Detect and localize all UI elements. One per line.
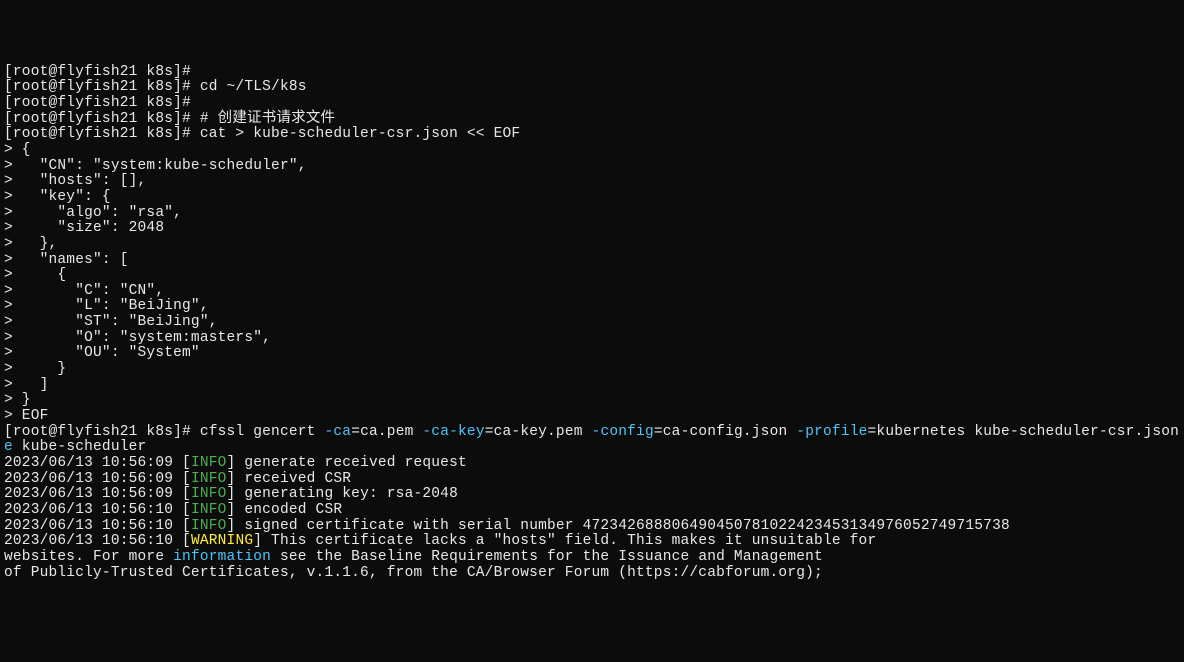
flag-value: =ca-config.json [654, 424, 796, 440]
terminal-line: > } [4, 362, 1180, 378]
command-text: cfssl gencert [200, 424, 325, 440]
log-message: ] generating key: rsa-2048 [227, 486, 458, 502]
log-timestamp: 2023/06/13 10:56:09 [ [4, 486, 191, 502]
flag-bare-wrap: e [4, 439, 13, 455]
log-message: ] encoded CSR [227, 502, 343, 518]
terminal-line: [root@flyfish21 k8s]# cd ~/TLS/k8s [4, 80, 1180, 96]
terminal-line: > "OU": "System" [4, 346, 1180, 362]
log-timestamp: 2023/06/13 10:56:09 [ [4, 471, 191, 487]
log-level-warning: WARNING [191, 533, 253, 549]
flag-config: -config [592, 424, 654, 440]
terminal-command-line-wrap: e kube-scheduler [4, 440, 1180, 456]
log-level-info: INFO [191, 518, 227, 534]
log-level-info: INFO [191, 502, 227, 518]
terminal-line: > } [4, 393, 1180, 409]
terminal-line: > "C": "CN", [4, 284, 1180, 300]
command-text: kube-scheduler [13, 439, 147, 455]
flag-value: =kubernetes kube-scheduler-csr.json | cf… [868, 424, 1184, 440]
log-highlight: information [173, 549, 271, 565]
flag-value: =ca-key.pem [485, 424, 592, 440]
log-message: see the Baseline Requirements for the Is… [271, 549, 823, 565]
terminal-line: > "CN": "system:kube-scheduler", [4, 159, 1180, 175]
log-message: websites. For more [4, 549, 173, 565]
log-message: ] This certificate lacks a "hosts" field… [253, 533, 876, 549]
terminal-output[interactable]: [root@flyfish21 k8s]#[root@flyfish21 k8s… [4, 65, 1180, 582]
flag-ca: -ca [324, 424, 351, 440]
log-line: websites. For more information see the B… [4, 550, 1180, 566]
log-timestamp: 2023/06/13 10:56:09 [ [4, 455, 191, 471]
log-level-info: INFO [191, 455, 227, 471]
prompt: [root@flyfish21 k8s]# [4, 424, 200, 440]
log-message: ] generate received request [227, 455, 467, 471]
log-message: ] received CSR [227, 471, 352, 487]
terminal-line: > }, [4, 237, 1180, 253]
log-timestamp: 2023/06/13 10:56:10 [ [4, 502, 191, 518]
terminal-line: > EOF [4, 409, 1180, 425]
log-timestamp: 2023/06/13 10:56:10 [ [4, 518, 191, 534]
terminal-line: [root@flyfish21 k8s]# # 创建证书请求文件 [4, 112, 1180, 128]
terminal-line: > { [4, 268, 1180, 284]
log-line: 2023/06/13 10:56:10 [WARNING] This certi… [4, 534, 1180, 550]
terminal-line: > "ST": "BeiJing", [4, 315, 1180, 331]
flag-ca-key: -ca-key [422, 424, 484, 440]
log-level-info: INFO [191, 486, 227, 502]
log-line: 2023/06/13 10:56:10 [INFO] signed certif… [4, 519, 1180, 535]
terminal-line: > { [4, 143, 1180, 159]
terminal-line: > "key": { [4, 190, 1180, 206]
terminal-line: > ] [4, 378, 1180, 394]
flag-profile: -profile [796, 424, 867, 440]
log-line: 2023/06/13 10:56:09 [INFO] generate rece… [4, 456, 1180, 472]
terminal-line: > "hosts": [], [4, 174, 1180, 190]
terminal-line: > "names": [ [4, 253, 1180, 269]
terminal-line: > "O": "system:masters", [4, 331, 1180, 347]
terminal-line: > "L": "BeiJing", [4, 299, 1180, 315]
terminal-line: > "size": 2048 [4, 221, 1180, 237]
log-level-info: INFO [191, 471, 227, 487]
flag-value: =ca.pem [351, 424, 422, 440]
terminal-command-line: [root@flyfish21 k8s]# cfssl gencert -ca=… [4, 425, 1180, 441]
terminal-line: [root@flyfish21 k8s]# [4, 96, 1180, 112]
log-line: of Publicly-Trusted Certificates, v.1.1.… [4, 566, 1180, 582]
terminal-line: > "algo": "rsa", [4, 206, 1180, 222]
log-line: 2023/06/13 10:56:09 [INFO] generating ke… [4, 487, 1180, 503]
log-timestamp: 2023/06/13 10:56:10 [ [4, 533, 191, 549]
log-line: 2023/06/13 10:56:09 [INFO] received CSR [4, 472, 1180, 488]
log-line: 2023/06/13 10:56:10 [INFO] encoded CSR [4, 503, 1180, 519]
terminal-line: [root@flyfish21 k8s]# cat > kube-schedul… [4, 127, 1180, 143]
terminal-line: [root@flyfish21 k8s]# [4, 65, 1180, 81]
log-message: ] signed certificate with serial number … [227, 518, 1010, 534]
